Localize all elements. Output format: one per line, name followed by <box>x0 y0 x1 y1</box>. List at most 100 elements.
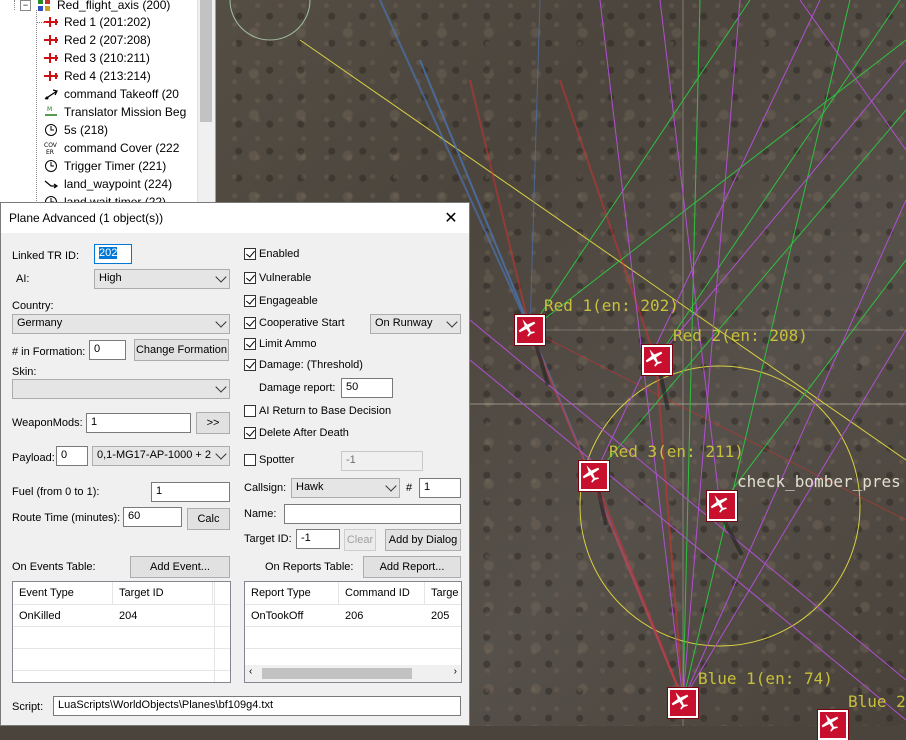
object-tree[interactable]: − Red_flight_axis (200) Red 1 (201:202) … <box>0 0 216 205</box>
ai-return-checkbox[interactable]: AI Return to Base Decision <box>244 405 391 417</box>
chevron-down-icon <box>385 480 397 492</box>
ai-select[interactable]: High <box>94 269 230 289</box>
table-cell: OnTookOff <box>251 609 304 622</box>
column-header[interactable]: Event Type <box>13 582 113 604</box>
target-id-input[interactable]: -1 <box>296 529 340 549</box>
weaponmods-input[interactable]: 1 <box>86 413 191 433</box>
damage-checkbox[interactable]: Damage: (Threshold) <box>244 359 363 371</box>
coop-start-checkbox[interactable]: Cooperative Start <box>244 317 345 329</box>
reports-table[interactable]: Report Type Command ID Targe OnTookOff 2… <box>244 581 462 683</box>
column-header[interactable]: Target ID <box>113 582 213 604</box>
vulnerable-checkbox[interactable]: Vulnerable <box>244 272 311 284</box>
chevron-down-icon <box>215 448 227 460</box>
clear-button[interactable]: Clear <box>344 529 376 551</box>
spotter-input: -1 <box>341 451 423 471</box>
payload-input[interactable]: 0 <box>56 446 88 466</box>
column-header <box>213 582 230 604</box>
checkbox-box <box>244 454 256 466</box>
tree-item[interactable]: COV ER command Cover (222 <box>42 139 179 157</box>
spotter-checkbox[interactable]: Spotter <box>244 454 294 466</box>
fuel-label: Fuel (from 0 to 1): <box>12 486 100 498</box>
payload-select-value: 0,1-MG17-AP-1000 + 2 <box>97 449 212 461</box>
unit-red-1-icon[interactable] <box>514 314 546 346</box>
scrollbar-thumb[interactable] <box>262 668 412 679</box>
calc-button[interactable]: Calc <box>187 508 230 530</box>
coop-start-label: Cooperative Start <box>259 317 345 329</box>
unit-label-blue-1: Blue 1(en: 74) <box>698 669 833 688</box>
tree-item[interactable]: Red 1 (201:202) <box>36 13 151 31</box>
callsign-number-input[interactable]: 1 <box>419 478 461 498</box>
callsign-select-value: Hawk <box>296 481 324 493</box>
add-report-button[interactable]: Add Report... <box>363 556 461 578</box>
payload-select[interactable]: 0,1-MG17-AP-1000 + 2 <box>92 446 230 466</box>
damage-report-input[interactable]: 50 <box>341 378 393 398</box>
scroll-left-icon[interactable]: ‹ <box>249 666 252 677</box>
reports-hscrollbar[interactable]: ‹ › <box>245 665 461 682</box>
limit-ammo-checkbox[interactable]: Limit Ammo <box>244 338 316 350</box>
delete-after-death-checkbox[interactable]: Delete After Death <box>244 427 349 439</box>
linked-tr-id-input[interactable]: 202 <box>94 244 132 264</box>
formation-input[interactable]: 0 <box>89 340 126 360</box>
script-input[interactable]: LuaScripts\WorldObjects\Planes\bf109g4.t… <box>53 696 461 716</box>
table-row[interactable]: OnKilled 204 <box>13 605 230 627</box>
table-row[interactable]: OnTookOff 206 205 <box>245 605 461 627</box>
tree-scrollbar[interactable] <box>197 0 215 205</box>
skin-select[interactable] <box>12 379 230 399</box>
column-header[interactable]: Command ID <box>339 582 425 604</box>
chevron-down-icon <box>446 316 458 328</box>
weaponmods-expand-button[interactable]: >> <box>196 412 230 434</box>
column-header[interactable]: Targe <box>425 582 461 604</box>
unit-check-bomber-icon[interactable] <box>706 490 738 522</box>
payload-label: Payload: <box>12 452 55 464</box>
enabled-checkbox[interactable]: Enabled <box>244 248 299 260</box>
unit-red-3-icon[interactable] <box>578 460 610 492</box>
unit-blue-2-icon[interactable] <box>817 709 849 740</box>
tree-item-label: Red 2 (207:208) <box>64 33 151 47</box>
events-table[interactable]: Event Type Target ID OnKilled 204 <box>12 581 231 683</box>
callsign-number-value: 1 <box>424 481 431 493</box>
tree-item[interactable]: Red 2 (207:208) <box>42 31 151 49</box>
tree-item[interactable]: 5s (218) <box>42 121 108 139</box>
scroll-right-icon[interactable]: › <box>454 666 457 677</box>
change-formation-button[interactable]: Change Formation <box>134 339 229 361</box>
engageable-label: Engageable <box>259 295 318 307</box>
reports-table-header: Report Type Command ID Targe <box>245 582 461 605</box>
tree-item[interactable]: Trigger Timer (221) <box>42 157 166 175</box>
engageable-checkbox[interactable]: Engageable <box>244 295 318 307</box>
country-select[interactable]: Germany <box>12 314 230 334</box>
tree-item-root[interactable]: − Red_flight_axis (200) <box>20 0 170 14</box>
script-label: Script: <box>12 701 44 713</box>
svg-text:M: M <box>47 106 52 113</box>
close-icon[interactable]: ✕ <box>441 208 461 228</box>
callsign-number-label: # <box>406 482 413 494</box>
tree-item[interactable]: M Translator Mission Beg <box>42 103 186 121</box>
fuel-input[interactable]: 1 <box>151 482 230 502</box>
callsign-select[interactable]: Hawk <box>291 478 400 498</box>
unit-blue-1-icon[interactable] <box>667 687 699 719</box>
dialog-titlebar[interactable]: Plane Advanced (1 object(s)) ✕ <box>1 203 469 233</box>
route-time-input[interactable]: 60 <box>123 507 182 527</box>
column-divider <box>214 582 215 682</box>
plane-advanced-dialog: Plane Advanced (1 object(s)) ✕ Linked TR… <box>0 202 470 726</box>
column-header[interactable]: Report Type <box>245 582 339 604</box>
collapse-icon[interactable]: − <box>20 0 31 11</box>
tree-item[interactable]: land_waypoint (224) <box>42 175 172 193</box>
name-input[interactable] <box>284 504 461 524</box>
tree-item[interactable]: Red 4 (213:214) <box>42 67 151 85</box>
group-icon <box>35 0 53 13</box>
add-by-dialog-button[interactable]: Add by Dialog <box>385 529 461 551</box>
scrollbar-thumb[interactable] <box>200 0 212 122</box>
checkbox-box <box>244 427 256 439</box>
script-value: LuaScripts\WorldObjects\Planes\bf109g4.t… <box>58 699 274 711</box>
tree-item[interactable]: Red 3 (210:211) <box>42 49 150 67</box>
unit-red-2-icon[interactable] <box>641 344 673 376</box>
checkbox-box <box>244 248 256 260</box>
plane-icon <box>42 68 60 84</box>
tree-item-label: land_waypoint (224) <box>64 177 173 191</box>
tree-item[interactable]: command Takeoff (20 <box>42 85 179 103</box>
add-event-button[interactable]: Add Event... <box>130 556 230 578</box>
coop-start-select[interactable]: On Runway <box>370 314 461 334</box>
target-id-label: Target ID: <box>244 533 292 545</box>
tree-item-label: command Cover (222 <box>64 141 180 155</box>
weaponmods-value: 1 <box>91 416 98 428</box>
